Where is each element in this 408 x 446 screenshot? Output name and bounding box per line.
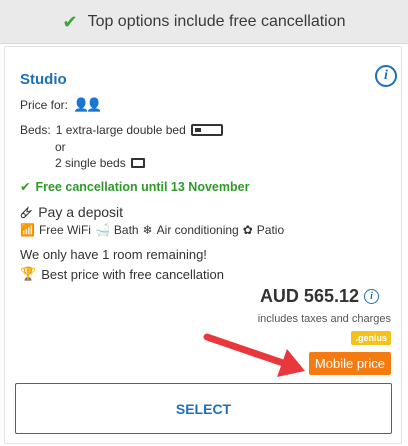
amenity-patio: Patio [256, 223, 285, 237]
deposit-icon: 🜸 [20, 205, 34, 221]
mobile-price-badge: Mobile price [308, 352, 391, 375]
best-price-text: Best price with free cancellation [41, 266, 224, 282]
banner-text: Top options include free cancellation [87, 12, 346, 30]
check-icon: ✔ [20, 180, 31, 194]
amenity-wifi: Free WiFi [38, 223, 91, 237]
deposit-row: 🜸 Pay a deposit [20, 197, 123, 226]
bed-option-2: 2 single beds [55, 156, 126, 170]
cancellation-banner: ✔ Top options include free cancellation [0, 0, 408, 44]
amenity-bath: Bath [113, 223, 139, 237]
rooms-remaining: We only have 1 room remaining! [20, 247, 207, 262]
price-value: AUD 565.12 [259, 286, 359, 306]
room-card: Studio i Price for: 👤👤 Beds: 1 extra-lar… [4, 46, 402, 444]
or-text: or [55, 140, 66, 154]
bed-option-1: 1 extra-large double bed [55, 123, 186, 137]
price-for-label: Price for: [20, 98, 69, 112]
patio-icon: ✿ [242, 223, 253, 237]
bath-icon: 🛁 [94, 223, 110, 237]
price-info-icon[interactable]: i [364, 289, 379, 304]
trophy-icon: 🏆 [20, 266, 37, 281]
checkmark-icon: ✔ [62, 11, 78, 32]
select-button[interactable]: SELECT [15, 383, 392, 434]
price-for-row: Price for: 👤👤 [20, 97, 102, 113]
bed-option-2-row: 2 single beds [55, 156, 145, 170]
price-row: AUD 565.12 i [260, 286, 379, 307]
room-title[interactable]: Studio [20, 71, 67, 88]
best-price-row: 🏆 Best price with free cancellation [20, 266, 224, 282]
genius-badge: .genius [351, 331, 391, 345]
beds-row: Beds: 1 extra-large double bed [20, 123, 223, 137]
amenities-row: 📶 Free WiFi 🛁 Bath ❄ Air conditioning ✿ … [20, 223, 284, 237]
red-arrow-icon [203, 333, 305, 377]
single-bed-icon [130, 158, 145, 168]
double-bed-icon [190, 124, 223, 136]
two-persons-icon: 👤👤 [73, 97, 102, 112]
air-conditioning-icon: ❄ [142, 223, 153, 237]
info-icon[interactable]: i [375, 65, 397, 87]
wifi-icon: 📶 [20, 223, 35, 237]
deposit-text: Pay a deposit [38, 203, 124, 220]
free-cancellation-text: Free cancellation until 13 November [35, 179, 250, 194]
amenity-air-conditioning: Air conditioning [156, 223, 239, 237]
free-cancellation-row: ✔ Free cancellation until 13 November [20, 179, 250, 195]
beds-label: Beds: [20, 123, 51, 137]
taxes-note: includes taxes and charges [257, 313, 391, 325]
